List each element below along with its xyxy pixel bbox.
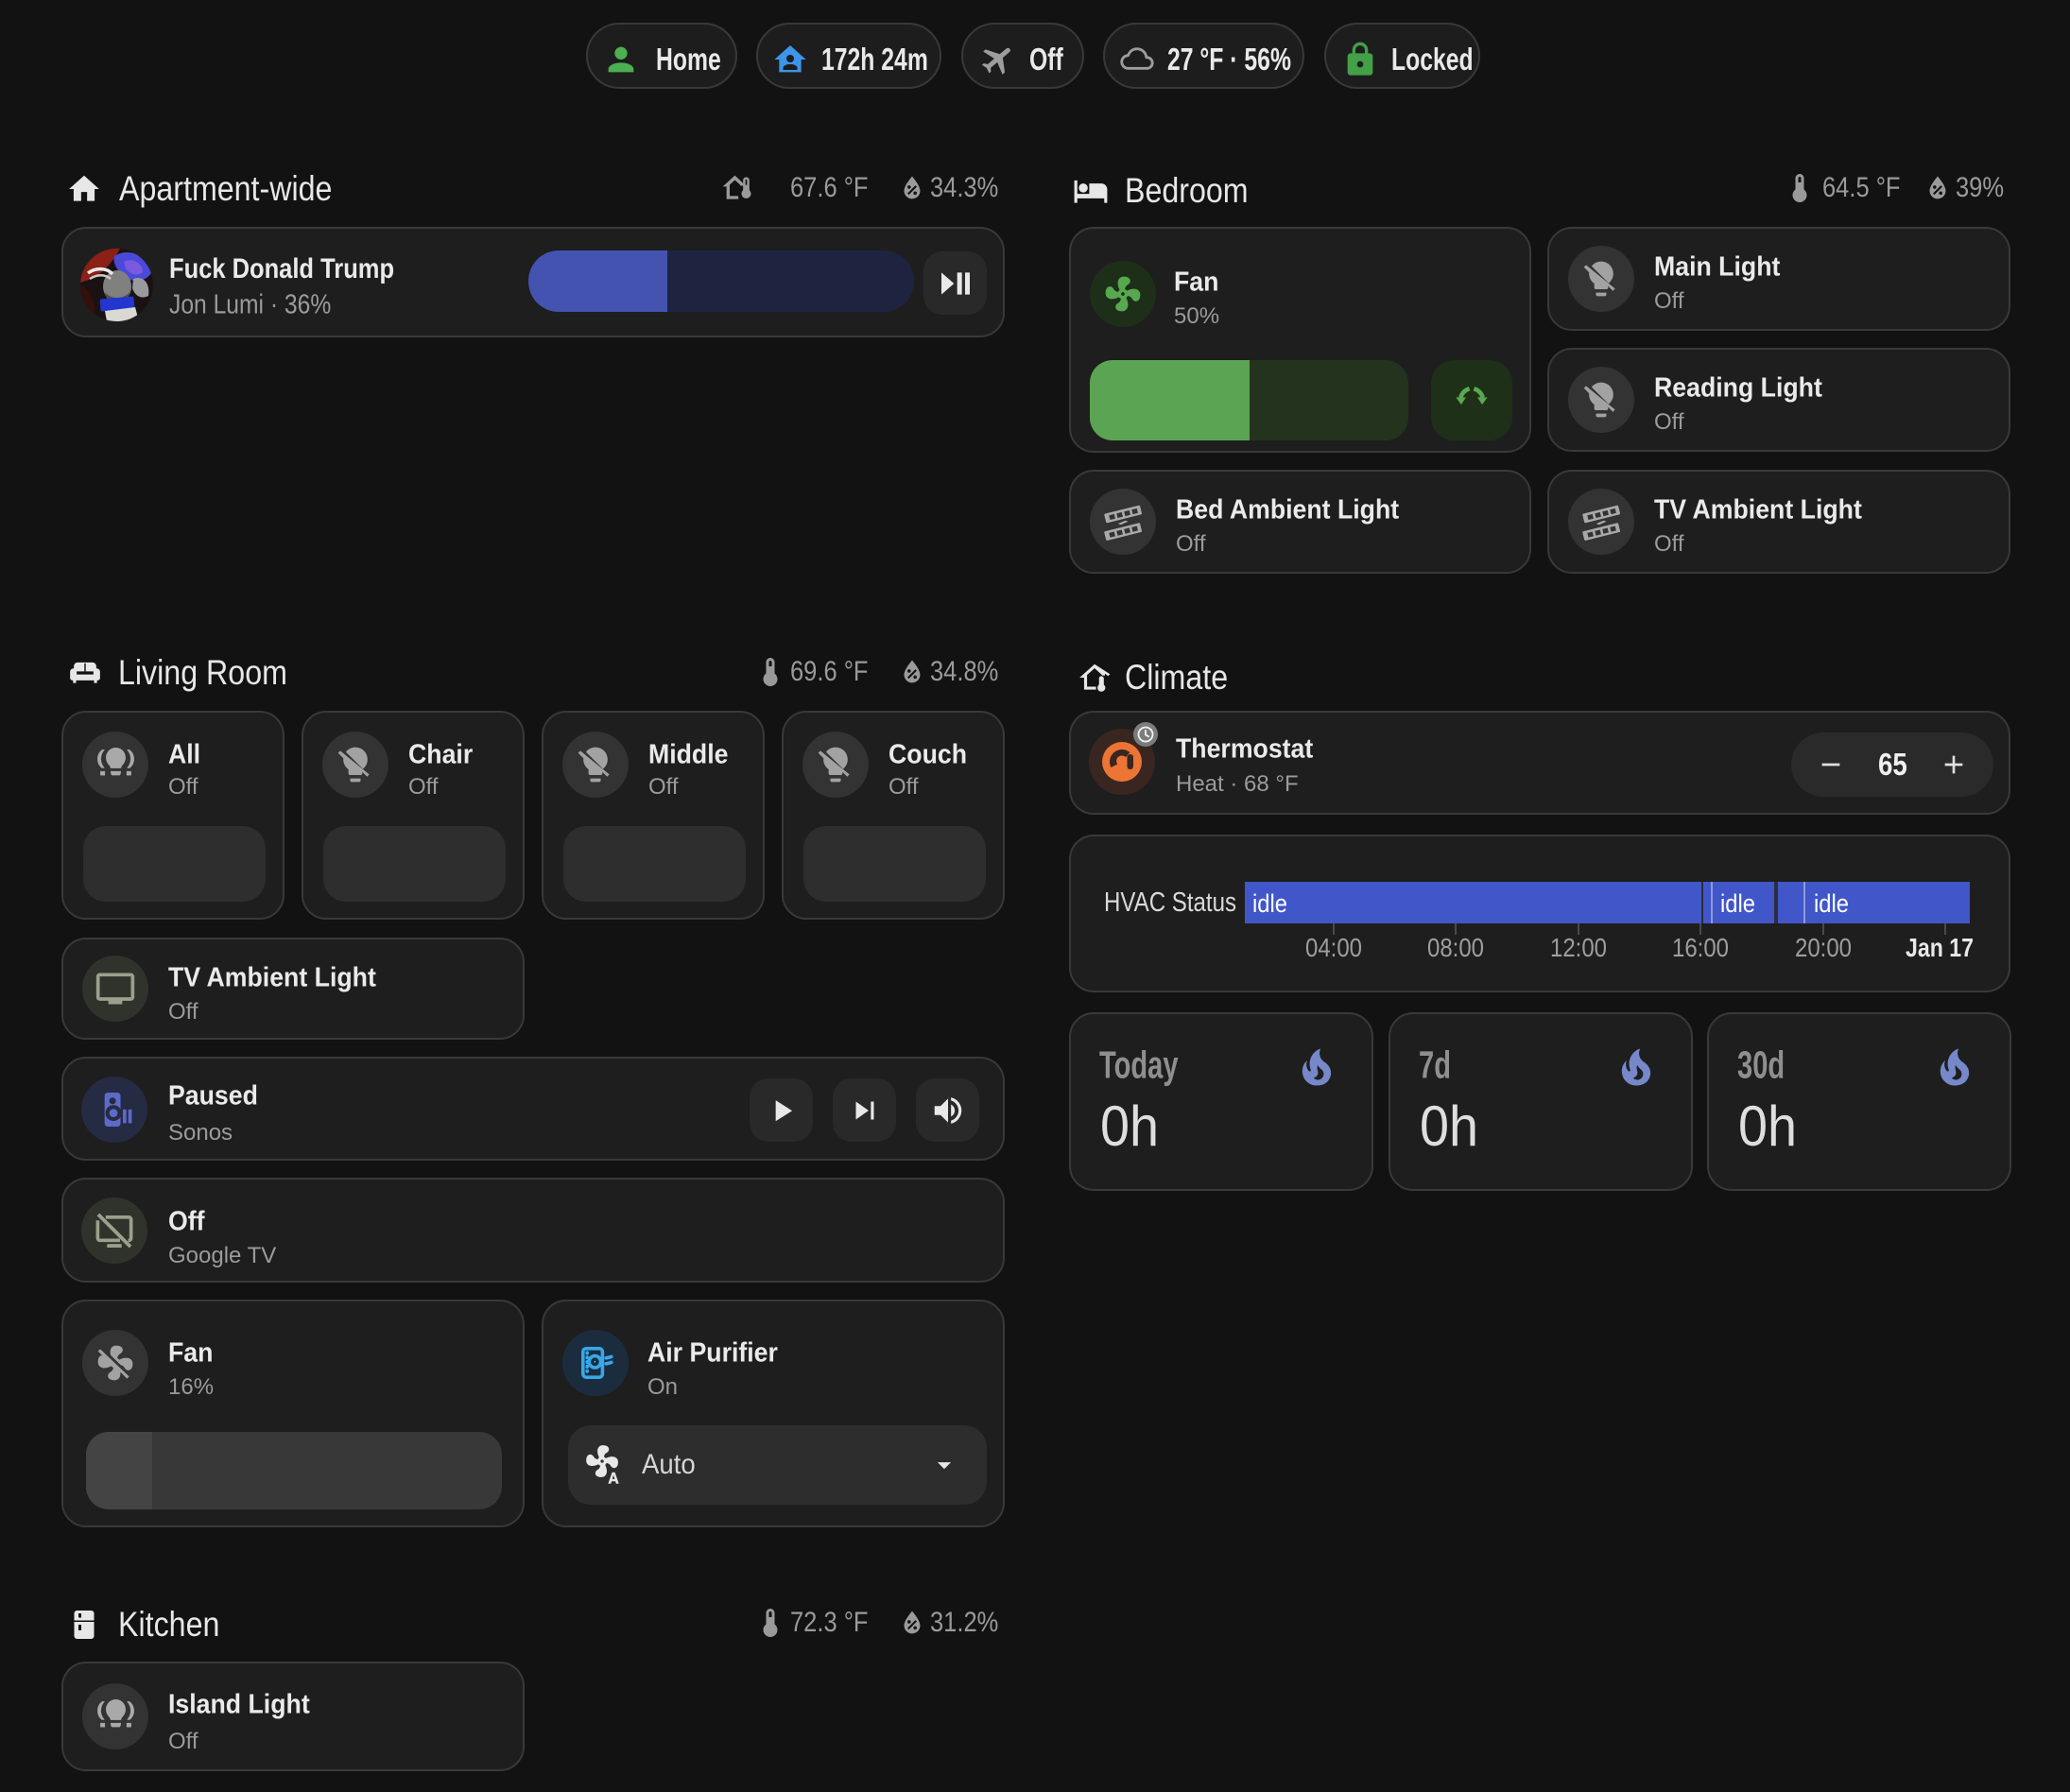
svg-text:Jan 17: Jan 17: [1906, 933, 1974, 962]
svg-text:HVAC Status: HVAC Status: [1104, 887, 1236, 918]
svg-text:16:00: 16:00: [1672, 933, 1729, 962]
svg-text:08:00: 08:00: [1427, 933, 1484, 962]
svg-text:idle: idle: [1720, 889, 1755, 918]
svg-text:idle: idle: [1252, 889, 1287, 918]
svg-text:04:00: 04:00: [1305, 933, 1362, 962]
svg-text:idle: idle: [1814, 889, 1849, 918]
svg-text:12:00: 12:00: [1550, 933, 1607, 962]
svg-text:20:00: 20:00: [1795, 933, 1852, 962]
